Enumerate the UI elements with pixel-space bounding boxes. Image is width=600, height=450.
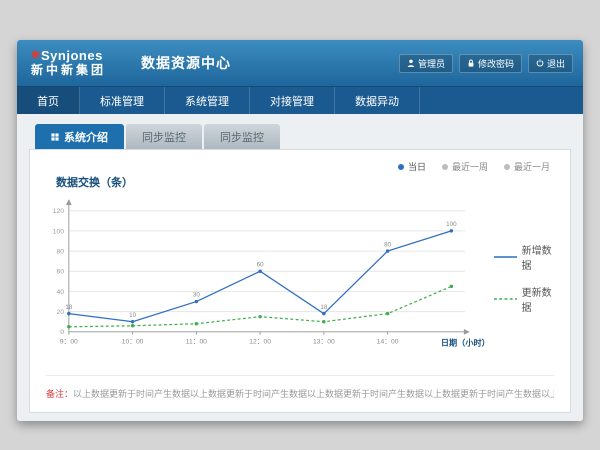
svg-text:14：00: 14：00 — [377, 338, 399, 345]
logo-star-icon — [31, 50, 40, 59]
legend-filter-last-week-label: 最近一周 — [452, 160, 488, 173]
svg-text:120: 120 — [53, 208, 64, 215]
change-password-button[interactable]: 修改密码 — [459, 54, 522, 73]
tab-system-intro[interactable]: 系统介绍 — [35, 124, 124, 149]
solid-line-icon — [494, 254, 517, 260]
svg-text:80: 80 — [57, 248, 65, 255]
logo-brand: Synjones — [31, 49, 127, 63]
footnote-text: 以上数据更新于时间产生数据以上数据更新于时间产生数据以上数据更新于时间产生数据以… — [73, 389, 554, 399]
legend-update-data: 更新数据 — [494, 284, 560, 314]
svg-text:18: 18 — [65, 304, 72, 311]
lock-icon — [467, 59, 475, 67]
tab-system-intro-label: 系统介绍 — [64, 129, 108, 145]
svg-text:9：00: 9：00 — [60, 338, 78, 345]
svg-text:100: 100 — [446, 221, 457, 228]
change-password-button-label: 修改密码 — [478, 57, 514, 70]
footnote-prefix: 备注： — [46, 389, 73, 399]
chart-panel: 当日 最近一周 最近一月 数据交换（条） 0 20 40 60 80 100 120 9：00… — [29, 149, 571, 413]
tab-sync-monitor-1[interactable]: 同步监控 — [126, 124, 202, 149]
nav-item-data-change[interactable]: 数据异动 — [335, 87, 420, 114]
nav-item-interface-mgmt[interactable]: 对接管理 — [250, 87, 335, 114]
svg-text:20: 20 — [57, 309, 65, 316]
app-window: Synjones 新中新集团 数据资源中心 管理员 修改密码 — [17, 40, 583, 421]
svg-text:100: 100 — [53, 228, 64, 235]
gray-dot-icon — [442, 164, 448, 170]
legend-filter-last-month-label: 最近一月 — [514, 160, 550, 173]
logo: Synjones 新中新集团 — [31, 49, 127, 77]
blue-dot-icon — [398, 164, 404, 170]
power-icon — [536, 59, 544, 67]
logo-company-text: 新中新集团 — [31, 64, 127, 77]
svg-text:30: 30 — [193, 292, 200, 299]
time-filter-legend: 当日 最近一周 最近一月 — [398, 160, 550, 173]
nav-item-home[interactable]: 首页 — [17, 87, 80, 114]
admin-button[interactable]: 管理员 — [399, 54, 453, 73]
gray-dot-icon — [504, 164, 510, 170]
svg-text:10：00: 10：00 — [122, 338, 144, 345]
logo-brand-text: Synjones — [41, 49, 103, 63]
tab-sync-monitor-2[interactable]: 同步监控 — [204, 124, 280, 149]
y-axis-title: 数据交换（条） — [56, 174, 560, 190]
user-icon — [407, 59, 415, 67]
logout-button-label: 退出 — [547, 57, 565, 70]
header-actions: 管理员 修改密码 退出 — [399, 54, 573, 73]
main-nav: 首页 标准管理 系统管理 对接管理 数据异动 — [17, 86, 583, 114]
legend-filter-last-month[interactable]: 最近一月 — [504, 160, 550, 173]
svg-text:11：00: 11：00 — [186, 338, 207, 345]
admin-button-label: 管理员 — [418, 57, 445, 70]
legend-update-data-label: 更新数据 — [522, 284, 560, 314]
svg-text:80: 80 — [384, 241, 391, 248]
legend-filter-today[interactable]: 当日 — [398, 160, 426, 173]
legend-new-data: 新增数据 — [494, 242, 560, 272]
chart-row: 0 20 40 60 80 100 120 9：00 10：00 11：00 12：00 13：00 1… — [40, 192, 560, 364]
dashed-line-icon — [494, 296, 517, 302]
tab-bar: 系统介绍 同步监控 同步监控 — [35, 124, 571, 149]
line-chart: 0 20 40 60 80 100 120 9：00 10：00 11：00 12：00 13：00 1… — [40, 192, 494, 364]
app-header: Synjones 新中新集团 数据资源中心 管理员 修改密码 — [17, 40, 583, 86]
legend-filter-today-label: 当日 — [408, 160, 426, 173]
legend-filter-last-week[interactable]: 最近一周 — [442, 160, 488, 173]
svg-text:0: 0 — [60, 329, 64, 336]
legend-new-data-label: 新增数据 — [522, 242, 560, 272]
svg-text:日期（小时）: 日期（小时） — [441, 337, 490, 347]
svg-text:18: 18 — [320, 304, 327, 311]
page-title: 数据资源中心 — [141, 53, 231, 73]
nav-item-standard-mgmt[interactable]: 标准管理 — [80, 87, 165, 114]
svg-text:40: 40 — [57, 289, 65, 296]
svg-text:13：00: 13：00 — [313, 338, 335, 345]
content-area: 系统介绍 同步监控 同步监控 当日 最近一周 最近一月 数据交换 — [17, 114, 583, 421]
svg-text:10: 10 — [129, 312, 136, 319]
svg-text:60: 60 — [57, 269, 65, 276]
footnote: 备注：以上数据更新于时间产生数据以上数据更新于时间产生数据以上数据更新于时间产生… — [46, 375, 554, 400]
grid-icon — [51, 133, 59, 141]
svg-text:60: 60 — [257, 261, 264, 268]
series-legend: 新增数据 更新数据 — [494, 242, 560, 314]
svg-text:12：00: 12：00 — [249, 338, 271, 345]
logout-button[interactable]: 退出 — [528, 54, 573, 73]
nav-item-system-mgmt[interactable]: 系统管理 — [165, 87, 250, 114]
